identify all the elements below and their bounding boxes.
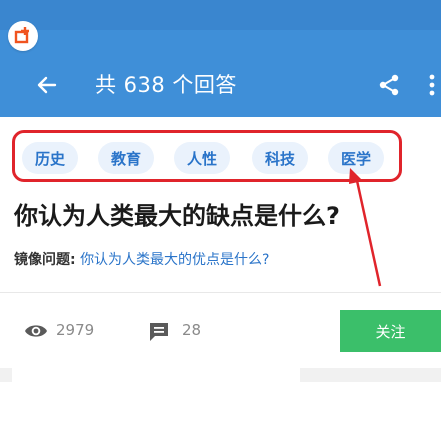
more-vert-icon (429, 74, 435, 96)
view-count: 2979 (56, 321, 95, 339)
mirror-question-label: 镜像问题: (14, 252, 76, 268)
arrow-left-icon (37, 76, 57, 94)
tag-medicine[interactable]: 医学 (328, 142, 384, 174)
comment-icon[interactable] (148, 322, 170, 342)
eye-icon (25, 325, 47, 337)
tag-history[interactable]: 历史 (22, 142, 78, 174)
comment-count: 28 (182, 321, 202, 339)
app-bar: 共 638 个回答 (0, 0, 441, 117)
mirror-question: 镜像问题: 你认为人类最大的优点是什么? (14, 249, 270, 269)
tag-human-nature[interactable]: 人性 (174, 142, 230, 174)
tag-technology[interactable]: 科技 (252, 142, 308, 174)
tag-education[interactable]: 教育 (98, 142, 154, 174)
mirror-question-link[interactable]: 你认为人类最大的优点是什么? (80, 252, 269, 268)
divider (0, 292, 441, 293)
share-button[interactable] (372, 68, 406, 102)
question-title: 你认为人类最大的缺点是什么? (14, 202, 340, 230)
follow-button[interactable]: 关注 (340, 310, 441, 352)
share-icon (379, 74, 399, 96)
page-title: 共 638 个回答 (95, 73, 237, 97)
answer-card-edge (12, 366, 300, 382)
status-bar-area (0, 0, 441, 30)
more-button[interactable] (422, 68, 441, 102)
screen: 共 638 个回答 历史 教育 人性 科技 医学 你认为人类最大的缺点是什么? (0, 0, 441, 423)
app-badge-icon[interactable] (8, 21, 38, 51)
back-button[interactable] (30, 68, 64, 102)
topic-tags-highlighted: 历史 教育 人性 科技 医学 (12, 130, 402, 182)
